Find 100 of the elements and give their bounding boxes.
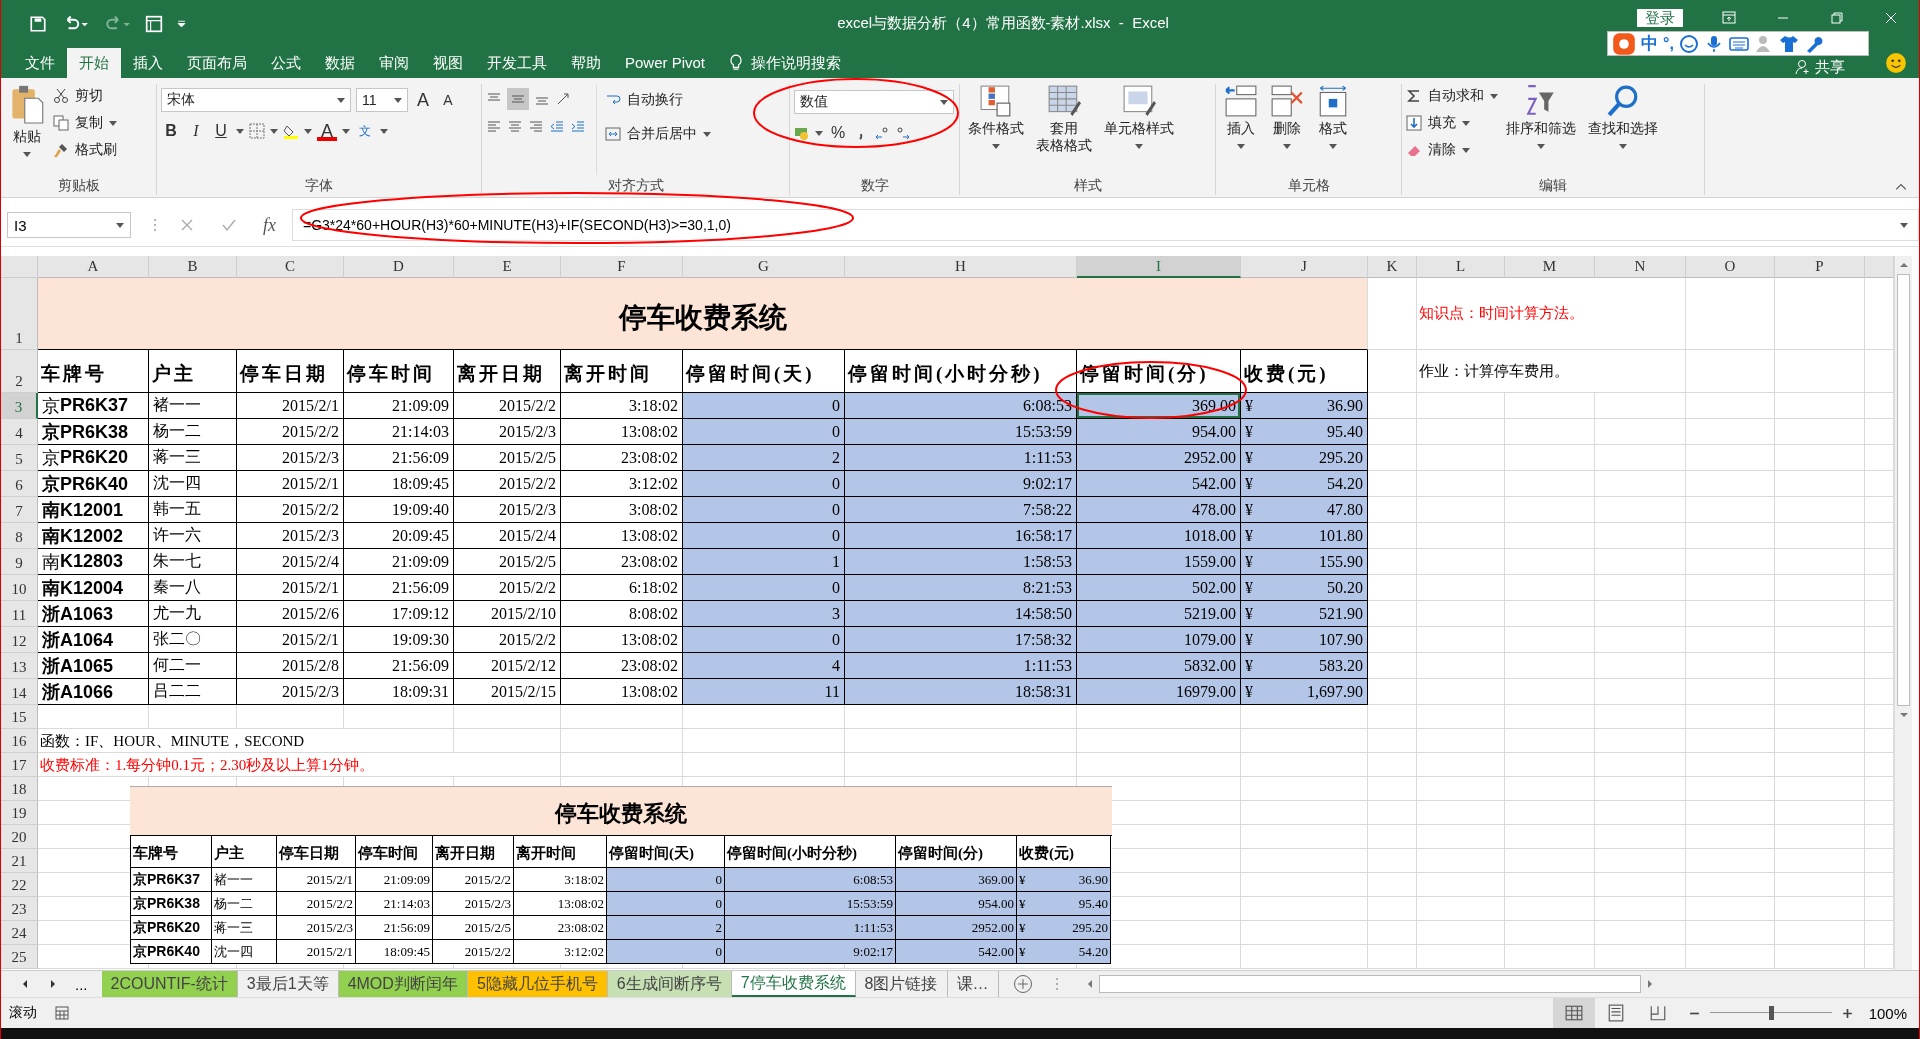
cut-button[interactable]: 剪切 <box>53 84 117 108</box>
font-size-field[interactable]: 11 <box>356 88 408 112</box>
caret-icon[interactable] <box>23 152 31 157</box>
row-header[interactable]: 7 <box>1 497 38 523</box>
ribbon-tab[interactable]: 文件 <box>13 48 67 78</box>
caret-icon[interactable] <box>380 128 388 134</box>
column-header[interactable]: D <box>344 256 454 278</box>
row-header[interactable]: 22 <box>1 873 38 897</box>
sort-filter-button[interactable]: 排序和筛选 <box>1502 84 1580 175</box>
macro-record-icon[interactable] <box>55 1006 69 1020</box>
row-header[interactable]: 17 <box>1 753 38 777</box>
find-select-button[interactable]: 查找和选择 <box>1584 84 1662 175</box>
caret-icon[interactable] <box>992 144 1000 149</box>
row-header[interactable]: 23 <box>1 897 38 921</box>
column-header[interactable]: I <box>1077 256 1241 278</box>
caret-icon[interactable] <box>1462 120 1470 126</box>
column-header[interactable]: H <box>845 256 1077 278</box>
caret-icon[interactable] <box>1490 93 1498 99</box>
ribbon-tab[interactable]: Power Pivot <box>613 48 718 78</box>
input-method-logo-icon[interactable] <box>1612 31 1636 56</box>
row-header[interactable]: 18 <box>1 777 38 801</box>
column-header[interactable]: B <box>149 256 237 278</box>
ribbon-display-icon[interactable] <box>1721 9 1737 26</box>
insert-cells-button[interactable]: 插入 <box>1220 84 1262 175</box>
ribbon-tab[interactable]: 开发工具 <box>475 48 559 78</box>
row-header[interactable]: 6 <box>1 471 38 497</box>
caret-icon[interactable] <box>337 97 345 103</box>
row-header[interactable]: 1 <box>1 278 38 350</box>
insert-cells-icon[interactable] <box>1224 84 1258 118</box>
row-header[interactable]: 11 <box>1 601 38 627</box>
format-painter-icon[interactable] <box>53 142 69 158</box>
row-header[interactable]: 15 <box>1 705 38 729</box>
decrease-font-button[interactable]: A <box>438 89 458 111</box>
row-header[interactable]: 5 <box>1 445 38 471</box>
row-header[interactable]: 19 <box>1 801 38 825</box>
autosum-icon[interactable] <box>1406 88 1422 104</box>
fill-color-icon[interactable] <box>283 123 299 139</box>
shirt-icon[interactable] <box>1778 33 1799 54</box>
caret-icon[interactable] <box>703 131 711 137</box>
add-user-icon[interactable] <box>1795 59 1811 75</box>
smiley-icon[interactable] <box>1678 33 1699 54</box>
clear-button[interactable]: 清除 <box>1406 138 1498 162</box>
next-sheet-icon[interactable] <box>49 979 57 989</box>
format-as-table-button[interactable]: 套用 表格格式 <box>1032 84 1096 175</box>
ribbon-tab[interactable]: 视图 <box>421 48 475 78</box>
language-mode[interactable]: 中 <box>1641 32 1658 55</box>
save-icon[interactable] <box>29 14 47 33</box>
previous-sheet-icon[interactable] <box>21 979 29 989</box>
merge-center-icon[interactable] <box>605 126 621 142</box>
column-header[interactable]: L <box>1417 256 1505 278</box>
increase-decimal-icon[interactable] <box>874 125 890 141</box>
row-header[interactable]: 16 <box>1 729 38 753</box>
name-box[interactable]: I3 <box>7 212 131 238</box>
sheet-tab[interactable]: 5隐藏几位手机号 <box>467 971 608 997</box>
caret-icon[interactable] <box>342 128 350 134</box>
zoom-level[interactable]: 100% <box>1868 1004 1907 1022</box>
column-header[interactable]: C <box>237 256 344 278</box>
row-header[interactable]: 20 <box>1 825 38 849</box>
column-header[interactable]: F <box>561 256 683 278</box>
autosum-button[interactable]: 自动求和 <box>1406 84 1498 108</box>
row-header[interactable]: 4 <box>1 419 38 445</box>
punctuation-mode[interactable]: °, <box>1663 34 1674 53</box>
row-header[interactable]: 21 <box>1 849 38 873</box>
phonetic-button[interactable]: 文 <box>355 120 375 142</box>
bold-button[interactable]: B <box>161 120 181 142</box>
column-header[interactable]: A <box>38 256 149 278</box>
caret-icon[interactable] <box>815 130 823 136</box>
splitter-handle-icon[interactable] <box>1054 977 1059 991</box>
format-painter-button[interactable]: 格式刷 <box>53 138 117 162</box>
ribbon-tab[interactable]: 帮助 <box>559 48 613 78</box>
caret-icon[interactable] <box>940 99 948 105</box>
row-header[interactable]: 8 <box>1 523 38 549</box>
vertical-scrollbar-icon[interactable] <box>1898 262 1909 268</box>
normal-view-icon[interactable] <box>1552 998 1595 1028</box>
merge-center-button[interactable]: 合并后居中 <box>605 122 711 146</box>
row-header[interactable]: 10 <box>1 575 38 601</box>
underline-button[interactable]: U <box>211 120 231 142</box>
format-cells-button[interactable]: 格式 <box>1312 84 1354 175</box>
conditional-formatting-button[interactable]: 条件格式 <box>964 84 1028 175</box>
paste-button[interactable]: 粘贴 <box>5 84 49 175</box>
smiley-icon[interactable] <box>1885 52 1907 74</box>
add-sheet-icon[interactable] <box>1012 974 1033 994</box>
caret-icon[interactable] <box>1283 144 1291 149</box>
row-header[interactable]: 2 <box>1 350 38 393</box>
zoom-slider-thumb[interactable] <box>1768 1006 1774 1020</box>
column-header[interactable]: P <box>1775 256 1865 278</box>
share-button[interactable]: 共享 <box>1795 58 1845 76</box>
cell-styles-button[interactable]: 单元格样式 <box>1100 84 1178 175</box>
cell-styles-icon[interactable] <box>1122 84 1156 118</box>
find-select-icon[interactable] <box>1606 84 1640 118</box>
ribbon-tab[interactable]: 页面布局 <box>175 48 259 78</box>
conditional-formatting-icon[interactable] <box>979 84 1013 118</box>
font-color-button[interactable]: A <box>317 121 337 141</box>
row-header[interactable]: 25 <box>1 945 38 969</box>
caret-icon[interactable] <box>304 128 312 134</box>
column-header[interactable]: O <box>1686 256 1775 278</box>
paste-icon[interactable] <box>9 84 45 126</box>
currency-icon[interactable] <box>794 125 810 141</box>
drag-handle-icon[interactable] <box>153 218 157 232</box>
italic-button[interactable]: I <box>186 120 206 142</box>
